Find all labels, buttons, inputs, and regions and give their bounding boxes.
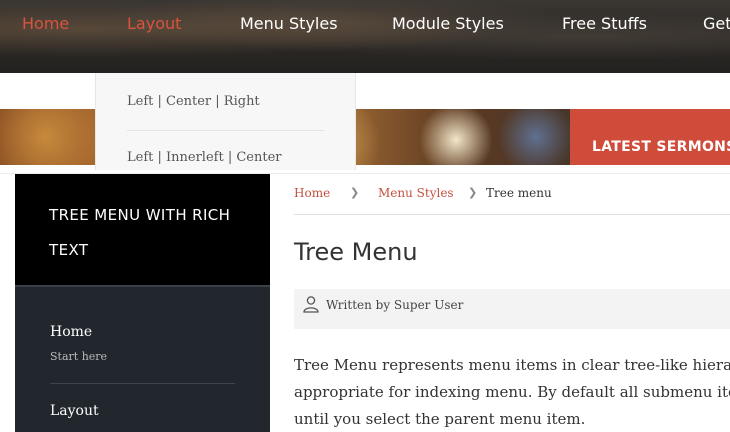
article-body: Tree Menu represents menu items in clear… xyxy=(294,352,730,432)
sidebar-header: TREE MENU WITH RICH TEXT xyxy=(15,174,270,285)
body-line: until you select the parent menu item. xyxy=(294,410,586,428)
nav-item-free-stuffs[interactable]: Free Stuffs xyxy=(562,12,647,36)
sidebar-item-home-subtitle: Start here xyxy=(50,350,108,363)
sidebar-menu: Home Start here Layout xyxy=(15,285,270,432)
sidebar-item-layout[interactable]: Layout xyxy=(50,403,99,419)
latest-sermons-button[interactable]: LATEST SERMONS xyxy=(570,109,730,165)
author-text: Written by Super User xyxy=(326,298,464,312)
user-icon xyxy=(303,296,319,313)
top-navigation: Home Layout Menu Styles Module Styles Fr… xyxy=(0,0,730,73)
breadcrumb-menu-styles[interactable]: Menu Styles xyxy=(378,184,454,202)
dropdown-item-left-innerleft-center[interactable]: Left | Innerleft | Center xyxy=(127,150,281,165)
nav-item-get[interactable]: Get xyxy=(703,12,730,36)
dropdown-divider xyxy=(127,130,324,131)
latest-sermons-label: LATEST SERMONS xyxy=(592,139,730,155)
article-meta: Written by Super User xyxy=(294,289,730,329)
nav-item-home[interactable]: Home xyxy=(22,12,69,36)
breadcrumb-home[interactable]: Home xyxy=(294,184,330,202)
dropdown-item-left-center-right[interactable]: Left | Center | Right xyxy=(127,94,260,109)
sidebar-title: TREE MENU WITH RICH TEXT xyxy=(49,206,231,259)
breadcrumb-current: Tree menu xyxy=(486,186,552,200)
sidebar-divider xyxy=(50,383,235,384)
chevron-right-icon: ❯ xyxy=(350,186,360,199)
nav-item-layout[interactable]: Layout xyxy=(127,12,181,36)
page-title: Tree Menu xyxy=(294,238,418,266)
chevron-right-icon: ❯ xyxy=(468,186,478,199)
nav-item-module-styles[interactable]: Module Styles xyxy=(392,12,504,36)
body-line: Tree Menu represents menu items in clear… xyxy=(294,356,730,374)
nav-item-menu-styles[interactable]: Menu Styles xyxy=(240,12,338,36)
sidebar-item-home[interactable]: Home xyxy=(50,324,92,340)
body-line: appropriate for indexing menu. By defaul… xyxy=(294,383,730,401)
layout-dropdown-menu: Left | Center | Right Left | Innerleft |… xyxy=(95,73,356,170)
breadcrumb-divider xyxy=(294,214,730,215)
